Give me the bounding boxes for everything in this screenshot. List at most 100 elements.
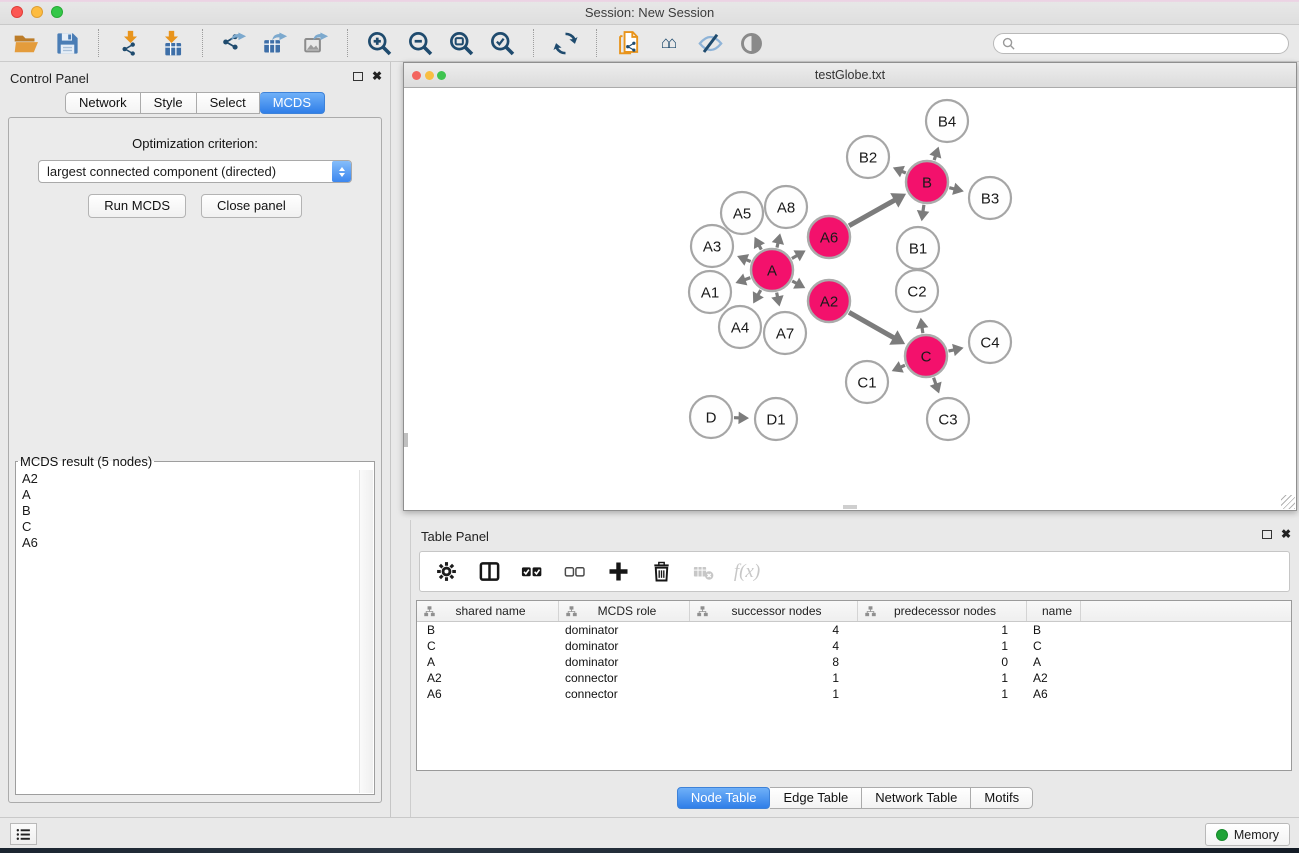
float-table-panel-icon[interactable] bbox=[1262, 530, 1272, 539]
table-cell[interactable]: dominator bbox=[559, 655, 690, 669]
close-table-panel-icon[interactable]: ✖ bbox=[1281, 529, 1291, 539]
table-row[interactable]: A6connector11A6 bbox=[417, 686, 1291, 702]
mcds-result-item[interactable]: B bbox=[17, 503, 358, 519]
settings-gear-icon[interactable] bbox=[433, 559, 459, 585]
network-maximize-icon[interactable] bbox=[437, 71, 446, 80]
table-cell[interactable]: C bbox=[1027, 639, 1081, 653]
delete-table-icon[interactable] bbox=[691, 559, 717, 585]
tab-motifs[interactable]: Motifs bbox=[971, 787, 1033, 809]
graph-edge-B-B4[interactable] bbox=[929, 147, 941, 160]
graph-node-A[interactable]: A bbox=[751, 249, 793, 291]
refresh-icon[interactable] bbox=[549, 28, 581, 58]
graph-edge-A-A1[interactable] bbox=[735, 274, 750, 286]
import-network-icon[interactable] bbox=[114, 28, 146, 58]
table-cell[interactable]: 1 bbox=[858, 671, 1027, 685]
close-panel-button[interactable]: Close panel bbox=[201, 194, 302, 218]
graph-edge-C-C1[interactable] bbox=[892, 361, 905, 372]
tab-mcds[interactable]: MCDS bbox=[260, 92, 325, 114]
close-panel-icon[interactable]: ✖ bbox=[372, 71, 382, 81]
table-cell[interactable]: A bbox=[1027, 655, 1081, 669]
graph-node-B3[interactable]: B3 bbox=[969, 177, 1011, 219]
horizontal-scrollbar-thumb[interactable] bbox=[843, 505, 857, 509]
graph-node-C1[interactable]: C1 bbox=[846, 361, 888, 403]
graph-edge-A-A4[interactable] bbox=[753, 290, 764, 303]
graph-edge-A-A2[interactable] bbox=[792, 278, 805, 289]
table-cell[interactable]: 0 bbox=[858, 655, 1027, 669]
export-table-icon[interactable] bbox=[259, 28, 291, 58]
graph-edge-A6-B[interactable] bbox=[849, 193, 906, 226]
table-cell[interactable]: 1 bbox=[690, 687, 858, 701]
table-cell[interactable]: A2 bbox=[1027, 671, 1081, 685]
vertical-scrollbar-thumb[interactable] bbox=[404, 433, 408, 447]
graph-edge-B-B1[interactable] bbox=[917, 205, 929, 221]
resize-grip[interactable] bbox=[1281, 495, 1295, 509]
table-cell[interactable]: A bbox=[417, 655, 559, 669]
column-header-name[interactable]: name bbox=[1027, 601, 1081, 621]
table-cell[interactable]: 8 bbox=[690, 655, 858, 669]
column-header-predecessor-nodes[interactable]: predecessor nodes bbox=[858, 601, 1027, 621]
network-file-icon[interactable] bbox=[612, 28, 644, 58]
graph-edge-C-C3[interactable] bbox=[930, 378, 942, 394]
show-graphics-icon[interactable] bbox=[735, 28, 767, 58]
table-cell[interactable]: B bbox=[417, 623, 559, 637]
table-cell[interactable]: B bbox=[1027, 623, 1081, 637]
result-scrollbar[interactable] bbox=[359, 470, 373, 793]
zoom-fit-icon[interactable] bbox=[445, 28, 477, 58]
graph-node-A4[interactable]: A4 bbox=[719, 306, 761, 348]
tab-network-table[interactable]: Network Table bbox=[862, 787, 971, 809]
graph-edge-C-C2[interactable] bbox=[916, 318, 928, 333]
graph-node-A6[interactable]: A6 bbox=[808, 216, 850, 258]
graph-edge-A-A8[interactable] bbox=[772, 233, 784, 247]
column-header-mcds-role[interactable]: MCDS role bbox=[559, 601, 690, 621]
graph-node-A1[interactable]: A1 bbox=[689, 271, 731, 313]
tab-node-table[interactable]: Node Table bbox=[677, 787, 771, 809]
delete-column-icon[interactable] bbox=[648, 559, 674, 585]
table-cell[interactable]: dominator bbox=[559, 639, 690, 653]
table-cell[interactable]: A6 bbox=[1027, 687, 1081, 701]
zoom-selected-icon[interactable] bbox=[486, 28, 518, 58]
add-column-icon[interactable] bbox=[605, 559, 631, 585]
zoom-out-icon[interactable] bbox=[404, 28, 436, 58]
network-window-titlebar[interactable]: testGlobe.txt bbox=[404, 63, 1296, 88]
function-builder-icon[interactable]: f(x) bbox=[734, 559, 760, 585]
graph-node-C[interactable]: C bbox=[905, 335, 947, 377]
close-traffic-light-icon[interactable] bbox=[11, 6, 23, 18]
mcds-result-item[interactable]: A2 bbox=[17, 471, 358, 487]
export-image-icon[interactable] bbox=[300, 28, 332, 58]
network-minimize-icon[interactable] bbox=[425, 71, 434, 80]
criterion-dropdown[interactable]: largest connected component (directed) bbox=[38, 160, 352, 183]
column-header-shared-name[interactable]: shared name bbox=[417, 601, 559, 621]
graph-node-C3[interactable]: C3 bbox=[927, 398, 969, 440]
hide-selection-icon[interactable] bbox=[694, 28, 726, 58]
table-cell[interactable]: 1 bbox=[858, 623, 1027, 637]
graph-edge-A-A6[interactable] bbox=[792, 250, 806, 261]
graph-node-B1[interactable]: B1 bbox=[897, 227, 939, 269]
home-icon[interactable]: ⌂⌂ bbox=[653, 28, 685, 58]
graph-node-A8[interactable]: A8 bbox=[765, 186, 807, 228]
export-network-icon[interactable] bbox=[218, 28, 250, 58]
network-canvas[interactable]: B4B2BB3A5A8A6B1A3AC2A1A2A4A7C4CC1C3DD1 bbox=[404, 88, 1296, 510]
network-close-icon[interactable] bbox=[412, 71, 421, 80]
table-cell[interactable]: 1 bbox=[858, 639, 1027, 653]
graph-node-C2[interactable]: C2 bbox=[896, 270, 938, 312]
memory-button[interactable]: Memory bbox=[1205, 823, 1290, 846]
graph-node-C4[interactable]: C4 bbox=[969, 321, 1011, 363]
open-file-icon[interactable] bbox=[10, 28, 42, 58]
table-row[interactable]: Cdominator41C bbox=[417, 638, 1291, 654]
table-row[interactable]: Adominator80A bbox=[417, 654, 1291, 670]
graph-edge-A2-C[interactable] bbox=[849, 312, 905, 344]
mcds-result-item[interactable]: A6 bbox=[17, 535, 358, 551]
graph-edge-A-A5[interactable] bbox=[754, 237, 765, 250]
table-row[interactable]: A2connector11A2 bbox=[417, 670, 1291, 686]
table-cell[interactable]: C bbox=[417, 639, 559, 653]
graph-edge-A-A3[interactable] bbox=[737, 254, 751, 266]
save-session-icon[interactable] bbox=[51, 28, 83, 58]
tab-edge-table[interactable]: Edge Table bbox=[770, 787, 862, 809]
tab-network[interactable]: Network bbox=[65, 92, 141, 114]
graph-node-A3[interactable]: A3 bbox=[691, 225, 733, 267]
run-mcds-button[interactable]: Run MCDS bbox=[88, 194, 186, 218]
table-row[interactable]: Bdominator41B bbox=[417, 622, 1291, 638]
column-header-successor-nodes[interactable]: successor nodes bbox=[690, 601, 858, 621]
select-all-icon[interactable] bbox=[519, 559, 545, 585]
graph-node-D[interactable]: D bbox=[690, 396, 732, 438]
